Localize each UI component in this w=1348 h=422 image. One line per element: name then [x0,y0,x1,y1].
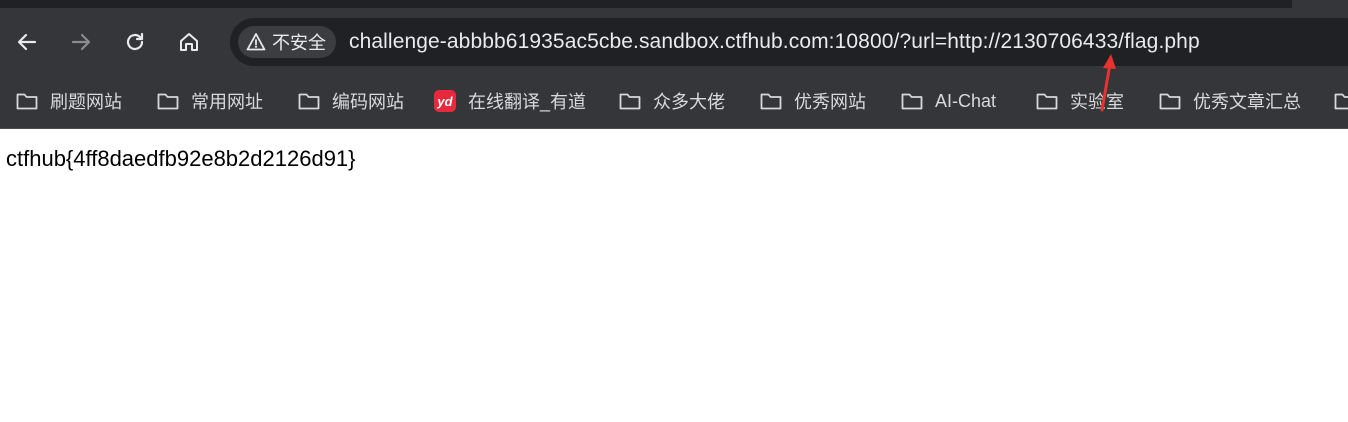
browser-window: 不安全 challenge-abbbb61935ac5cbe.sandbox.c… [0,0,1348,422]
bookmark-folder-youxiu[interactable]: 优秀网站 [760,87,866,115]
bookmark-folder-wenzhang[interactable]: 优秀文章汇总 [1159,87,1301,115]
back-button[interactable] [13,28,41,56]
warning-triangle-icon [246,32,266,52]
folder-icon [619,92,641,110]
forward-button[interactable] [67,28,95,56]
page-content: ctfhub{4ff8daedfb92e8b2d2126d91} [0,129,1348,422]
bookmark-label: 实验室 [1070,92,1124,112]
folder-icon [298,92,320,110]
security-indicator[interactable]: 不安全 [238,26,336,58]
bookmark-label: 优秀文章汇总 [1193,92,1301,112]
bookmark-folder-shiyanshi[interactable]: 实验室 [1036,87,1124,115]
folder-icon [901,92,923,110]
browser-toolbar: 不安全 challenge-abbbb61935ac5cbe.sandbox.c… [0,8,1348,74]
reload-button[interactable] [121,28,149,56]
bookmark-label: AI-Chat [935,90,997,111]
home-icon [180,33,198,51]
bookmark-label: 众多大佬 [653,92,725,112]
flag-text: ctfhub{4ff8daedfb92e8b2d2126d91} [6,146,356,171]
bookmark-folder-bianma[interactable]: 编码网站 [298,87,404,115]
bookmark-folder-dalao[interactable]: 众多大佬 [619,87,725,115]
security-label: 不安全 [272,33,326,53]
folder-icon [1159,92,1181,110]
tab-strip [0,0,1348,8]
bookmark-label: 编码网站 [332,92,404,112]
bookmark-folder-shuati[interactable]: 刷题网站 [16,87,122,115]
tab-strip-edge [1292,0,1348,8]
bookmark-folder-overflow[interactable] [1334,87,1348,115]
bookmark-folder-ai-chat[interactable]: AI-Chat [901,87,996,115]
youdao-logo: yd [434,90,456,112]
bookmark-label: 常用网址 [191,92,263,112]
bookmarks-bar: 刷题网站 常用网址 编码网站 yd 在线翻译_有道 众多大佬 优秀网站 AI-C… [0,74,1348,129]
arrow-left-icon [17,33,37,51]
url-text[interactable]: challenge-abbbb61935ac5cbe.sandbox.ctfhu… [349,30,1200,54]
folder-icon [1334,92,1348,110]
bookmark-youdao[interactable]: yd 在线翻译_有道 [434,87,586,115]
address-bar[interactable]: 不安全 challenge-abbbb61935ac5cbe.sandbox.c… [230,18,1348,66]
folder-icon [1036,92,1058,110]
folder-icon [16,92,38,110]
home-button[interactable] [175,28,203,56]
folder-icon [760,92,782,110]
arrow-right-icon [71,33,91,51]
folder-icon [157,92,179,110]
bookmark-label: 在线翻译_有道 [468,92,587,112]
bookmark-label: 优秀网站 [794,92,866,112]
bookmark-folder-changyong[interactable]: 常用网址 [157,87,263,115]
reload-icon [126,32,144,51]
bookmark-label: 刷题网站 [50,92,122,112]
